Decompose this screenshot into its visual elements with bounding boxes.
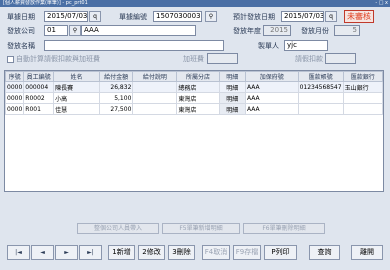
cell-insure[interactable]: AAA xyxy=(244,103,299,115)
year-field: 2015 xyxy=(263,25,291,36)
leave-deduct-field xyxy=(325,53,356,64)
col-header[interactable]: 員工編號 xyxy=(23,71,55,82)
cell-account[interactable] xyxy=(297,103,344,115)
nav-last-button[interactable]: ►| xyxy=(79,245,102,260)
cell-emp-id[interactable]: R0002 xyxy=(23,92,55,104)
nav-prev-button[interactable]: ◄ xyxy=(31,245,54,260)
cell-desc[interactable] xyxy=(132,81,178,93)
cell-branch[interactable]: 東灣店 xyxy=(176,92,220,104)
col-header[interactable]: 明細 xyxy=(218,71,246,82)
cell-account[interactable] xyxy=(297,92,344,104)
overtime-label: 加班費 xyxy=(183,55,204,63)
col-header[interactable]: 所屬分店 xyxy=(176,71,220,82)
name-field[interactable] xyxy=(44,40,224,51)
company-code-field[interactable]: 01 xyxy=(44,25,68,36)
nav-next-button[interactable]: ► xyxy=(55,245,78,260)
col-header[interactable]: 給付說明 xyxy=(132,71,178,82)
creator-label: 製單人 xyxy=(258,42,279,50)
status-badge: 未審核 xyxy=(344,10,374,23)
cell-name[interactable]: 陳長賽 xyxy=(53,81,100,93)
month-label: 發放月份 xyxy=(301,27,329,35)
cell-bank[interactable] xyxy=(342,103,383,115)
cell-branch[interactable]: 總務店 xyxy=(176,81,220,93)
cancel-button[interactable]: F4取消 xyxy=(202,245,230,260)
magnifier-icon[interactable]: ⚲ xyxy=(69,25,81,36)
col-header[interactable]: 姓名 xyxy=(53,71,100,82)
plan-date-label: 預計發放日期 xyxy=(233,13,275,21)
cell-name[interactable]: 小高 xyxy=(53,92,100,104)
cell-seq[interactable]: 0000 xyxy=(5,81,25,93)
cell-insure[interactable]: AAA xyxy=(244,92,299,104)
leave-deduct-label: 請假扣款 xyxy=(295,55,323,63)
col-header[interactable]: 序號 xyxy=(5,71,25,82)
cell-seq[interactable]: 0000 xyxy=(5,92,25,104)
main-window: 單據日期 2015/07/03 ɋ 單據編號 1507030003 ⚲ 預計發放… xyxy=(0,7,390,270)
cell-amount[interactable]: 5,100 xyxy=(98,92,134,104)
cell-seq[interactable]: 0000 xyxy=(5,103,25,115)
name-label: 發放名稱 xyxy=(7,42,35,50)
doc-date-field[interactable]: 2015/07/03 xyxy=(44,11,88,22)
import-company-button[interactable]: 整個公司人員帶入 xyxy=(77,223,159,234)
cell-desc[interactable] xyxy=(132,92,178,104)
nav-first-button[interactable]: |◄ xyxy=(7,245,30,260)
cell-insure[interactable]: AAA xyxy=(244,81,299,93)
auto-calc-label: 自動計算請假扣款與加班費 xyxy=(16,55,100,63)
window-titlebar: [個人薪資發放作業(單筆)] - pc_prt01 - □ x xyxy=(0,0,390,7)
overtime-field xyxy=(207,53,238,64)
calendar-icon[interactable]: ɋ xyxy=(89,11,101,22)
cell-emp-id[interactable]: 000004 xyxy=(23,81,55,93)
detail-button[interactable]: 明細 xyxy=(218,92,246,104)
doc-no-label: 單據編號 xyxy=(119,13,147,21)
company-name-field: AAA xyxy=(81,25,196,36)
detail-table: 序號 員工編號 姓名 給付金額 給付說明 所屬分店 明細 加保府號 匯款帳號 匯… xyxy=(5,71,383,115)
window-controls[interactable]: - □ x xyxy=(375,0,388,7)
col-header[interactable]: 匯款銀行 xyxy=(342,71,383,82)
cell-branch[interactable]: 東灣店 xyxy=(176,103,220,115)
cell-bank[interactable]: 玉山銀行 xyxy=(342,81,383,93)
grid-header-row: 序號 員工編號 姓名 給付金額 給付說明 所屬分店 明細 加保府號 匯款帳號 匯… xyxy=(5,71,383,82)
detail-button[interactable]: 明細 xyxy=(218,103,246,115)
company-label: 發放公司 xyxy=(7,27,35,35)
year-label: 發放年度 xyxy=(233,27,261,35)
calendar-icon[interactable]: ɋ xyxy=(325,11,337,22)
delete-button[interactable]: 3刪除 xyxy=(168,245,195,260)
cell-desc[interactable] xyxy=(132,103,178,115)
save-button[interactable]: F9存檔 xyxy=(233,245,261,260)
edit-button[interactable]: 2修改 xyxy=(138,245,165,260)
add-button[interactable]: 1新增 xyxy=(108,245,135,260)
doc-no-field[interactable]: 1507030003 xyxy=(153,11,202,22)
col-header[interactable]: 加保府號 xyxy=(244,71,299,82)
query-button[interactable]: 查詢 xyxy=(309,245,340,260)
detail-grid[interactable]: 序號 員工編號 姓名 給付金額 給付說明 所屬分店 明細 加保府號 匯款帳號 匯… xyxy=(4,70,384,192)
creator-field: yjc xyxy=(284,40,328,51)
print-button[interactable]: P列印 xyxy=(264,245,297,260)
close-button[interactable]: 離開 xyxy=(351,245,383,260)
doc-date-label: 單據日期 xyxy=(7,13,35,21)
cell-bank[interactable] xyxy=(342,92,383,104)
cell-amount[interactable]: 26,832 xyxy=(98,81,134,93)
auto-calc-checkbox[interactable] xyxy=(7,56,14,63)
cell-amount[interactable]: 27,500 xyxy=(98,103,134,115)
cell-account[interactable]: 01234568547 xyxy=(297,81,344,93)
col-header[interactable]: 匯款帳號 xyxy=(297,71,344,82)
magnifier-icon[interactable]: ⚲ xyxy=(205,11,217,22)
window-title: [個人薪資發放作業(單筆)] - pc_prt01 xyxy=(3,0,88,6)
add-detail-button[interactable]: F5單筆新增明細 xyxy=(162,223,240,234)
cell-emp-id[interactable]: R001 xyxy=(23,103,55,115)
detail-button[interactable]: 明細 xyxy=(218,81,246,93)
table-row[interactable]: 0000 000004 陳長賽 26,832 總務店 明細 AAA 012345… xyxy=(5,81,383,93)
delete-detail-button[interactable]: F6單筆刪除明細 xyxy=(243,223,325,234)
table-row[interactable]: 0000 R0002 小高 5,100 東灣店 明細 AAA xyxy=(5,92,383,104)
month-field: 5 xyxy=(334,25,360,36)
col-header[interactable]: 給付金額 xyxy=(98,71,134,82)
cell-name[interactable]: 佳慧 xyxy=(53,103,100,115)
plan-date-field[interactable]: 2015/07/03 xyxy=(281,11,324,22)
table-row[interactable]: 0000 R001 佳慧 27,500 東灣店 明細 AAA xyxy=(5,103,383,115)
